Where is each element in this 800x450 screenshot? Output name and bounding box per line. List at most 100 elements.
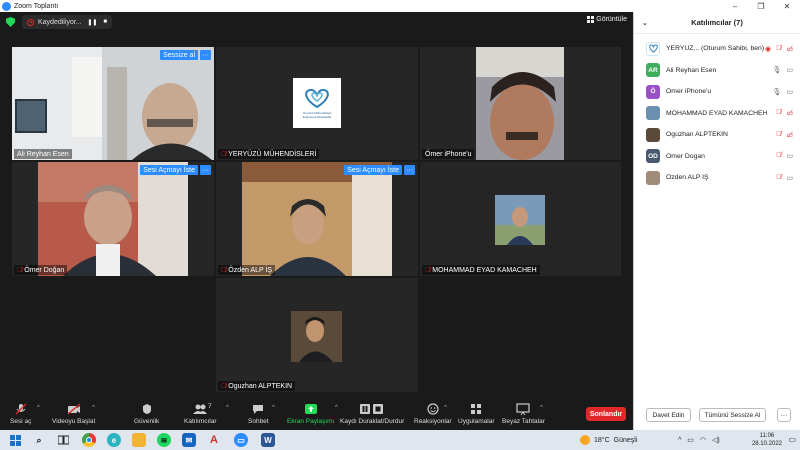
notification-icon[interactable]: ▭ [788, 435, 796, 444]
chrome-icon[interactable] [82, 433, 96, 447]
participant-row[interactable]: AR Ali Reyhan Esen 🎙 ▭ [634, 60, 800, 82]
apps-button[interactable]: Uygulamalar [458, 403, 495, 425]
whiteboard-button[interactable]: Beyaz Tahtalar ^ [502, 403, 545, 425]
view-button[interactable]: Görüntüle [587, 16, 627, 23]
video-on-icon: ▭ [786, 67, 793, 75]
participant-row[interactable]: OD Omer Dogan 🎙̸ ▭ [634, 146, 800, 168]
participant-name: Ali Reyhan Esen [666, 66, 717, 74]
mute-participant-button[interactable]: Sessize al [160, 50, 198, 60]
share-screen-icon [304, 403, 318, 415]
network-icon[interactable]: ▭ [687, 436, 694, 444]
reactions-button[interactable]: Reaksiyonlar ^ [414, 403, 452, 425]
avatar: AR [646, 63, 660, 78]
audio-options-caret[interactable]: ^ [37, 405, 40, 411]
pause-stop-recording-button[interactable]: Kaydı Duraklat/Durdur [340, 403, 404, 425]
video-tile-omer-dogan[interactable]: Sesi Açmayı İste ··· 🎙̸ Ömer Doğan [12, 162, 214, 276]
participant-row[interactable]: Oguzhan ALPTEKIN 🎙̸ ▭̸ [634, 124, 800, 146]
security-shield-icon[interactable] [6, 17, 15, 27]
volume-icon[interactable]: ◁) [712, 436, 720, 444]
video-tile-oguzhan-alptekin[interactable]: 🎙̸ Oguzhan ALPTEKIN [216, 278, 418, 392]
word-icon[interactable]: W [261, 433, 275, 447]
tile-more-options-button[interactable]: ··· [200, 50, 211, 60]
ask-to-unmute-button[interactable]: Sesi Açmayı İste [344, 165, 402, 175]
stop-recording-icon[interactable]: ■ [103, 19, 107, 26]
unmute-button[interactable]: Sesi aç ^ [10, 403, 40, 425]
video-tile-ali-reyhan-esen[interactable]: Sessize al ··· Ali Reyhan Esen [12, 47, 214, 160]
clock-date: 28.10.2022 [751, 441, 782, 447]
participant-row[interactable]: YERYÜZ... (Oturum Sahibi, ben) ◉ 🎙̸ ▭̸ [634, 38, 800, 60]
panel-footer: Davet Edin Tümünü Sessize Al ··· [634, 408, 800, 424]
recording-dot-icon: ◉ [765, 45, 772, 53]
mute-all-button[interactable]: Tümünü Sessize Al [699, 408, 766, 422]
video-tile-ozden-alp-is[interactable]: Sesi Açmayı İste ··· 🎙̸ Özden ALP İŞ [216, 162, 418, 276]
participants-options-caret[interactable]: ^ [226, 405, 229, 411]
tile-name-label: 🎙̸ YERYÜZÜ MÜHENDİSLERİ [218, 149, 320, 159]
pause-stop-icon [359, 403, 385, 415]
participants-panel: ⌄ Katılımcılar (7) YERYÜZ... (Oturum Sah… [633, 12, 800, 430]
end-meeting-button[interactable]: Sonlandır [586, 407, 626, 421]
participant-row[interactable]: Ö Ömer iPhone'u 🎙 ▭ [634, 81, 800, 103]
video-tile-yeryuzu-muhendisleri[interactable]: Yeryüzü Mühendisleri Engineers Worldwide… [216, 47, 418, 160]
record-icon [27, 18, 34, 26]
invite-button[interactable]: Davet Edin [646, 408, 691, 422]
mic-off-icon: 🎙̸ [17, 266, 23, 274]
logo-subtext: Engineers Worldwide [302, 115, 332, 119]
zoom-logo-icon [2, 1, 11, 11]
panel-more-button[interactable]: ··· [777, 408, 791, 422]
start-video-button[interactable]: Videoyu Başlat ^ [52, 403, 95, 425]
collapse-chevron-icon[interactable]: ⌄ [642, 19, 648, 27]
apps-icon [469, 403, 483, 415]
taskbar-clock[interactable]: 11:06 28.10.2022 [752, 432, 782, 448]
close-window-button[interactable]: ✕ [774, 0, 800, 12]
search-icon[interactable]: ⌕ [32, 433, 46, 447]
chat-button[interactable]: Sohbet ^ [248, 403, 275, 425]
share-options-caret[interactable]: ^ [335, 405, 338, 411]
video-tile-mohammad-eyad-kamacheh[interactable]: 🎙̸ MOHAMMAD EYAD KAMACHEH [420, 162, 621, 276]
avatar [646, 127, 660, 142]
spotify-icon[interactable]: ≋ [157, 433, 171, 447]
pause-recording-icon[interactable]: ❚❚ [87, 19, 97, 26]
share-screen-button[interactable]: Ekran Paylaşımı ^ [287, 403, 338, 425]
video-off-icon [67, 403, 81, 415]
whiteboard-options-caret[interactable]: ^ [540, 405, 543, 411]
edge-icon[interactable]: e [107, 433, 121, 447]
security-button[interactable]: Güvenlik [134, 403, 159, 425]
participants-icon [193, 403, 208, 415]
participant-row[interactable]: MOHAMMAD EYAD KAMACHEH 🎙̸ ▭̸ [634, 103, 800, 125]
heart-logo-icon [648, 44, 658, 53]
minimize-button[interactable]: – [722, 0, 748, 12]
view-button-label: Görüntüle [596, 16, 627, 23]
task-view-icon[interactable] [56, 433, 70, 447]
video-tile-omer-iphone[interactable]: Ömer iPhone'u [420, 47, 621, 160]
zoom-taskbar-icon[interactable]: ▭ [234, 433, 248, 447]
system-tray[interactable]: ^ ▭ ◠ ◁) [678, 430, 720, 450]
mail-icon[interactable]: ✉ [182, 433, 196, 447]
avatar [646, 170, 660, 185]
video-off-icon: ▭̸ [786, 110, 793, 118]
wifi-icon[interactable]: ◠ [700, 436, 706, 444]
windows-start-icon[interactable] [8, 433, 22, 447]
whiteboard-icon [516, 403, 531, 415]
participant-video [476, 47, 564, 160]
window-controls: – ❐ ✕ [722, 0, 800, 12]
clock-time: 11:06 [759, 433, 775, 439]
temperature: 18°C [594, 436, 610, 444]
tile-more-options-button[interactable]: ··· [200, 165, 211, 175]
participants-button[interactable]: 7 Katılımcılar ^ [184, 403, 229, 425]
participant-row[interactable]: Özden ALP İŞ 🎙̸ ▭ [634, 167, 800, 189]
sun-icon [580, 435, 590, 445]
tile-name-label: 🎙̸ Özden ALP İŞ [218, 265, 276, 275]
ask-to-unmute-button[interactable]: Sesi Açmayı İste [140, 165, 198, 175]
maximize-button[interactable]: ❐ [748, 0, 774, 12]
chat-options-caret[interactable]: ^ [272, 405, 275, 411]
video-options-caret[interactable]: ^ [92, 405, 95, 411]
chat-icon [251, 403, 265, 415]
tile-name-label: 🎙̸ MOHAMMAD EYAD KAMACHEH [422, 265, 540, 275]
chevron-up-icon[interactable]: ^ [678, 437, 681, 444]
reactions-options-caret[interactable]: ^ [444, 405, 447, 411]
file-explorer-icon[interactable] [132, 433, 146, 447]
tile-more-options-button[interactable]: ··· [404, 165, 415, 175]
mic-off-icon: 🎙̸ [221, 266, 227, 274]
weather-widget[interactable]: 18°C Güneşli [580, 430, 637, 450]
acrobat-icon[interactable]: A [207, 433, 221, 447]
